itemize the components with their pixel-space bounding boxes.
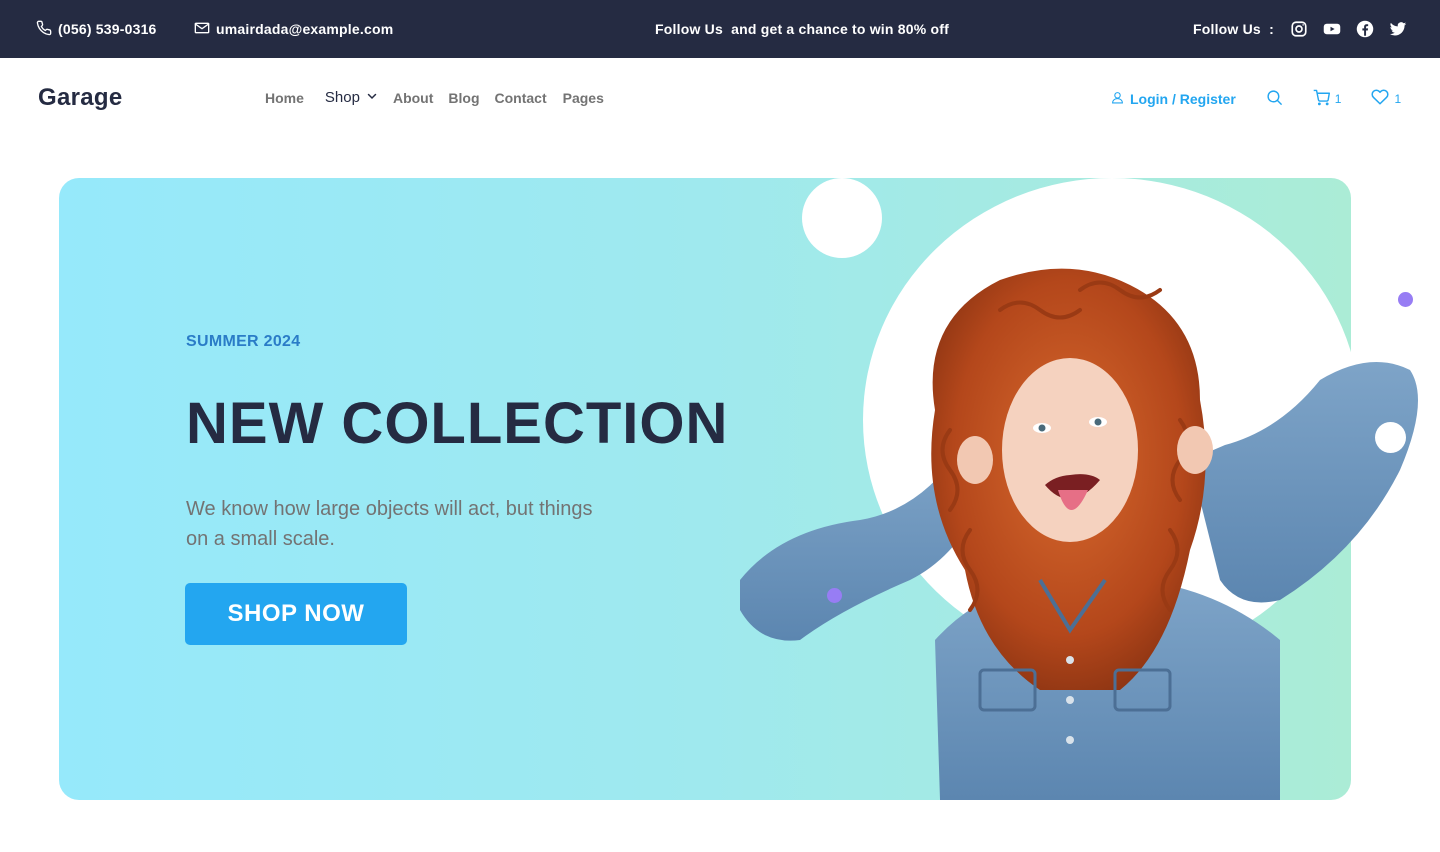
heart-icon	[1371, 88, 1390, 109]
instagram-icon[interactable]	[1290, 20, 1308, 38]
youtube-icon[interactable]	[1323, 20, 1341, 38]
mail-icon	[194, 20, 210, 39]
social-links	[1290, 20, 1407, 38]
chevron-down-icon	[366, 89, 378, 106]
hero-description: We know how large objects will act, but …	[186, 498, 593, 550]
nav-blog[interactable]: Blog	[448, 89, 479, 106]
cart-button[interactable]: 1	[1313, 89, 1342, 109]
wishlist-button[interactable]: 1	[1371, 88, 1401, 109]
brand-logo[interactable]: Garage	[38, 84, 123, 112]
wishlist-count: 1	[1394, 91, 1402, 106]
email-contact[interactable]: umairdada@example.com	[194, 0, 393, 58]
search-icon	[1266, 89, 1283, 109]
top-bar: (056) 539-0316 umairdada@example.com Fol…	[0, 0, 1440, 58]
decor-dot-purple-right	[1398, 292, 1413, 307]
cart-count: 1	[1334, 91, 1342, 106]
decor-dot-purple-left	[827, 588, 842, 603]
nav-home[interactable]: Home	[265, 89, 304, 106]
nav-about[interactable]: About	[393, 89, 433, 106]
phone-icon	[36, 20, 52, 39]
login-register-label: Login / Register	[1130, 90, 1236, 107]
facebook-icon[interactable]	[1356, 20, 1374, 38]
main-navbar: Garage Home Shop About Blog Contact Page…	[0, 58, 1440, 140]
hero-small-circle	[802, 178, 882, 258]
user-icon	[1111, 91, 1124, 107]
phone-contact[interactable]: (056) 539-0316	[36, 0, 157, 58]
search-button[interactable]	[1266, 89, 1283, 109]
hero-season-label: SUMMER 2024	[186, 333, 301, 350]
nav-shop[interactable]: Shop	[325, 89, 378, 106]
follow-label-text: Follow Us :	[1193, 21, 1274, 37]
nav-pages[interactable]: Pages	[563, 89, 604, 106]
hero-model-image	[740, 268, 1418, 800]
nav-contact[interactable]: Contact	[495, 89, 547, 106]
twitter-icon[interactable]	[1389, 20, 1407, 38]
phone-number: (056) 539-0316	[58, 21, 157, 37]
cart-icon	[1313, 89, 1330, 109]
shop-now-button[interactable]: SHOP NOW	[185, 583, 407, 645]
nav-actions: Login / Register 1 1	[1111, 88, 1401, 109]
nav-shop-label: Shop	[324, 89, 360, 106]
promo-text: Follow Us and get a chance to win 80% of…	[655, 21, 949, 37]
login-register-link[interactable]: Login / Register	[1111, 91, 1236, 107]
decor-dot-white-right	[1375, 422, 1406, 453]
email-address: umairdada@example.com	[216, 21, 394, 37]
main-menu: Home Shop About Blog Contact Pages	[265, 89, 604, 106]
follow-label: Follow Us :	[1193, 0, 1274, 58]
hero-headline: NEW COLLECTION	[186, 391, 729, 456]
